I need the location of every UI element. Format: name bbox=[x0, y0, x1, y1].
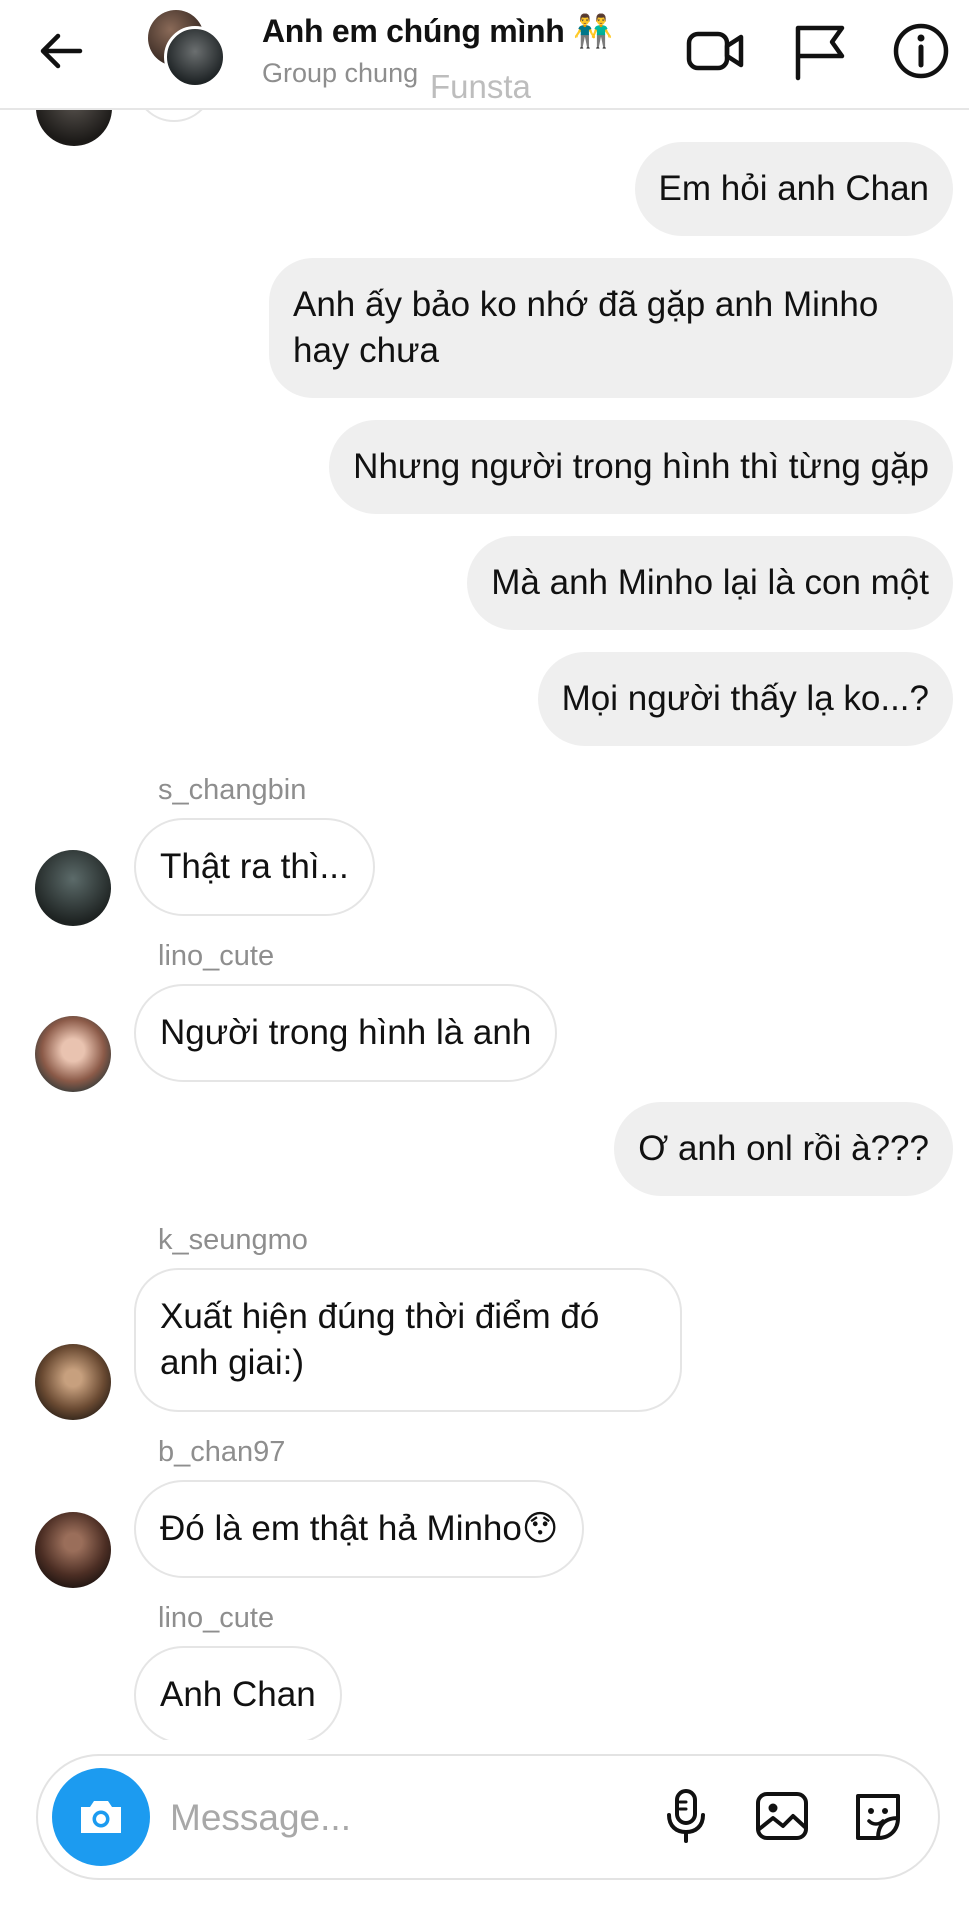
video-call-icon[interactable] bbox=[684, 20, 746, 82]
overlay-watermark-text: Funsta bbox=[430, 68, 531, 105]
message-bubble-outgoing[interactable]: Ơ anh onl rồi à??? bbox=[614, 1102, 953, 1196]
message-bubble-incoming[interactable]: Đó là em thật hả Minho😯 bbox=[134, 1480, 585, 1578]
message-bubble-incoming[interactable]: Thật ra thì... bbox=[134, 818, 375, 916]
sender-username: lino_cute bbox=[158, 1602, 275, 1634]
group-avatar-front bbox=[164, 26, 226, 88]
message-bubble-outgoing[interactable]: Nhưng người trong hình thì từng gặp bbox=[329, 420, 953, 514]
message-bubble-incoming[interactable]: Xuất hiện đúng thời điểm đó anh giai:) bbox=[134, 1268, 682, 1412]
sticker-icon[interactable] bbox=[848, 1786, 908, 1846]
message-input[interactable] bbox=[170, 1794, 590, 1842]
message-bubble-outgoing[interactable]: Anh ấy bảo ko nhớ đã gặp anh Minho hay c… bbox=[269, 258, 953, 398]
sender-avatar[interactable] bbox=[35, 1512, 111, 1588]
sender-avatar[interactable] bbox=[36, 110, 112, 146]
message-bubble-incoming[interactable]: Người trong hình là anh bbox=[134, 984, 558, 1082]
sender-avatar[interactable] bbox=[35, 850, 111, 926]
camera-icon bbox=[81, 1801, 121, 1833]
message-composer bbox=[36, 1754, 940, 1880]
sender-avatar[interactable] bbox=[35, 1344, 111, 1420]
flag-icon[interactable] bbox=[788, 20, 850, 82]
message-bubble-partial[interactable] bbox=[134, 110, 214, 122]
group-avatar[interactable] bbox=[148, 10, 228, 90]
chat-title[interactable]: Anh em chúng mình 👬 bbox=[262, 12, 613, 50]
message-bubble-outgoing[interactable]: Mọi người thấy lạ ko...? bbox=[537, 652, 953, 746]
sender-username: lino_cute bbox=[158, 940, 275, 972]
sender-username: b_chan97 bbox=[158, 1436, 286, 1468]
message-bubble-incoming[interactable]: Anh Chan bbox=[134, 1646, 342, 1740]
back-arrow-icon[interactable] bbox=[34, 24, 88, 78]
chat-header: Anh em chúng mình 👬 Group chung Funsta bbox=[0, 0, 969, 110]
chat-subtitle: Group chung bbox=[262, 58, 419, 88]
message-thread[interactable]: Em hỏi anh Chan Anh ấy bảo ko nhớ đã gặp… bbox=[0, 110, 969, 1740]
gallery-icon[interactable] bbox=[752, 1786, 812, 1846]
info-icon[interactable] bbox=[890, 20, 952, 82]
sender-username: k_seungmo bbox=[158, 1224, 308, 1256]
sender-avatar[interactable] bbox=[35, 1016, 111, 1092]
microphone-icon[interactable] bbox=[656, 1786, 716, 1846]
message-bubble-outgoing[interactable]: Mà anh Minho lại là con một bbox=[467, 536, 953, 630]
sender-username: s_changbin bbox=[158, 774, 307, 806]
message-bubble-outgoing[interactable]: Em hỏi anh Chan bbox=[634, 142, 953, 236]
camera-button[interactable] bbox=[52, 1768, 150, 1866]
